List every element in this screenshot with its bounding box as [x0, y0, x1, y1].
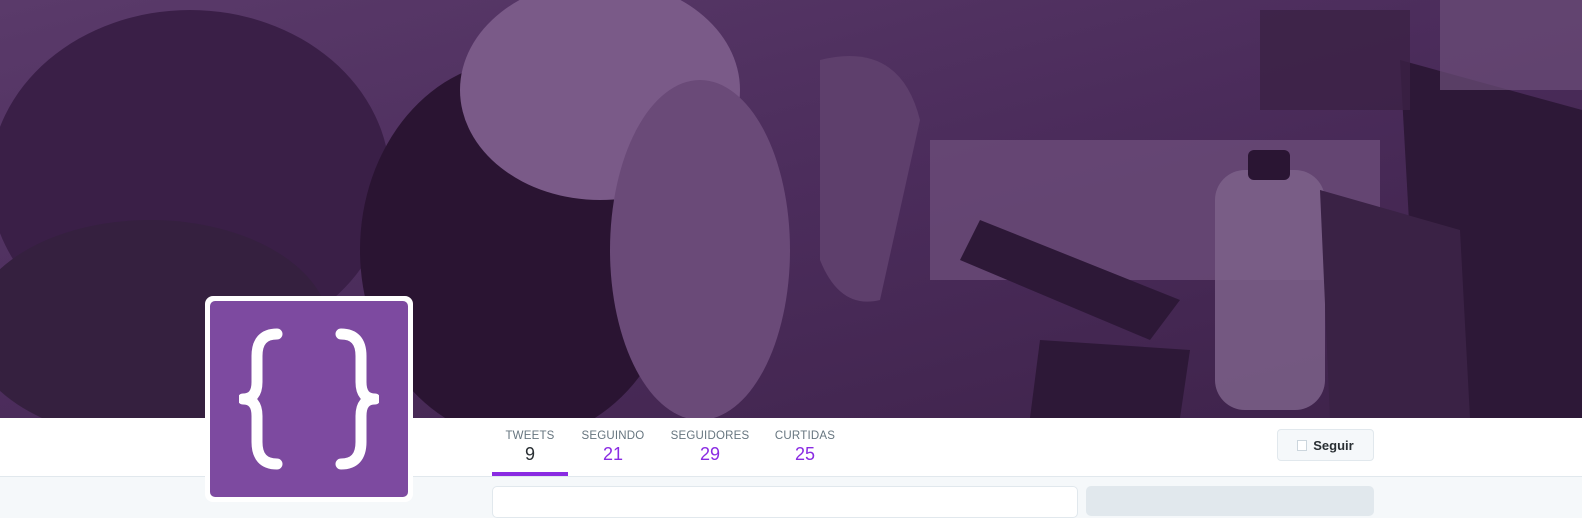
nav-tweets[interactable]: TWEETS 9 [492, 418, 568, 476]
nav-curtidas-count: 25 [794, 444, 816, 464]
timeline-card [492, 486, 1078, 518]
profile-avatar[interactable] [205, 296, 413, 502]
nav-seguidores[interactable]: SEGUIDORES 29 [667, 418, 753, 476]
follow-button-label: Seguir [1313, 437, 1354, 453]
nav-seguindo[interactable]: SEGUINDO 21 [578, 418, 648, 476]
nav-tweets-label: TWEETS [505, 430, 555, 442]
nav-seguidores-label: SEGUIDORES [670, 430, 750, 442]
nav-curtidas-label: CURTIDAS [774, 430, 836, 442]
sidebar-card [1086, 486, 1374, 516]
nav-tweets-count: 9 [524, 444, 535, 464]
nav-curtidas[interactable]: CURTIDAS 25 [771, 418, 839, 476]
avatar-background [210, 301, 408, 497]
curly-braces-icon [239, 328, 379, 470]
follow-button[interactable]: Seguir [1277, 429, 1374, 461]
nav-seguindo-count: 21 [602, 444, 624, 464]
nav-seguindo-label: SEGUINDO [581, 430, 645, 442]
follow-icon [1297, 439, 1308, 451]
nav-seguidores-count: 29 [699, 444, 721, 464]
